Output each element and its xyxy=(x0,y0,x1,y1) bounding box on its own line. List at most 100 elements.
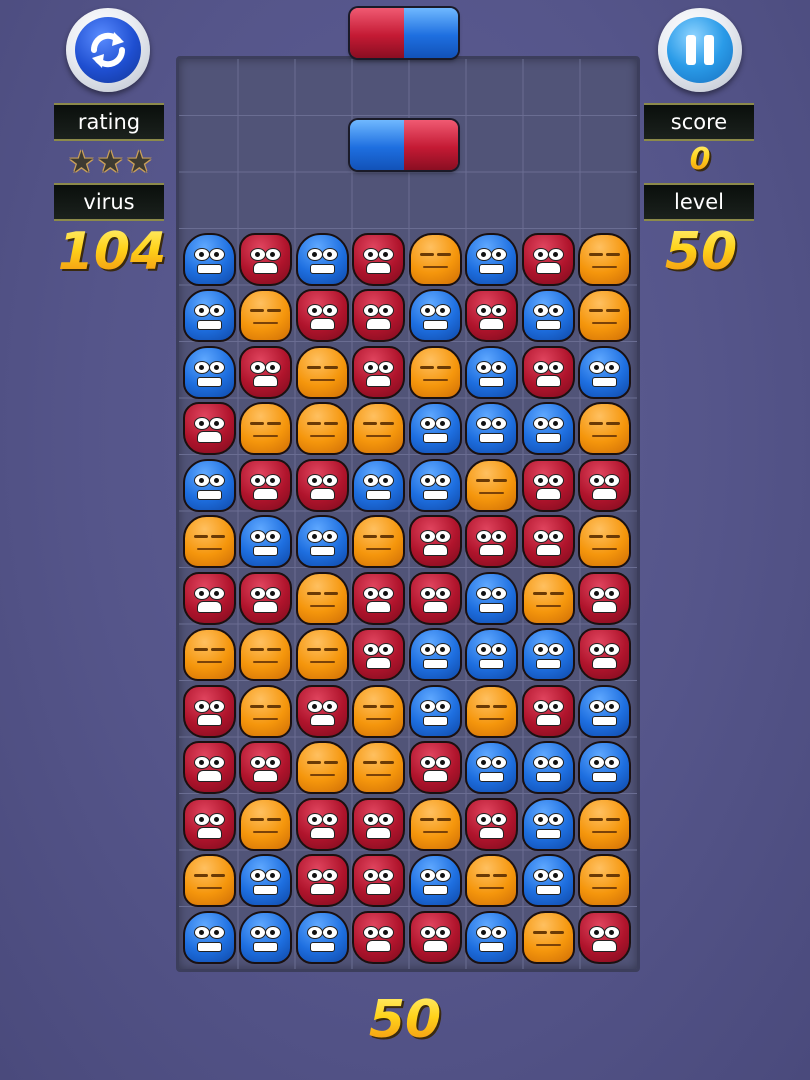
rating-label: rating xyxy=(54,103,164,141)
blue-virus-icon xyxy=(239,515,293,569)
board-cell xyxy=(464,288,521,345)
board-cell xyxy=(181,401,238,458)
board-cell xyxy=(577,231,634,288)
blue-virus-icon xyxy=(239,910,293,964)
orange-virus-icon xyxy=(239,797,293,851)
board-cell xyxy=(407,683,464,740)
blue-virus-icon xyxy=(521,402,575,456)
board-cell xyxy=(181,627,238,684)
board-cell xyxy=(520,401,577,458)
board-cell xyxy=(351,514,408,571)
game-board[interactable] xyxy=(176,56,640,972)
board-cell xyxy=(181,514,238,571)
bottom-level-number: 50 xyxy=(350,990,460,1050)
red-virus-icon xyxy=(352,797,406,851)
board-cell xyxy=(520,231,577,288)
orange-virus-icon xyxy=(239,684,293,738)
board-row xyxy=(181,514,637,571)
pause-icon xyxy=(667,17,733,83)
blue-virus-icon xyxy=(408,684,462,738)
orange-virus-icon xyxy=(465,458,519,512)
pause-button[interactable] xyxy=(658,8,742,92)
red-virus-icon xyxy=(239,345,293,399)
board-cell xyxy=(407,401,464,458)
blue-virus-icon xyxy=(295,232,349,286)
blue-virus-icon xyxy=(408,854,462,908)
orange-virus-icon xyxy=(239,289,293,343)
red-virus-icon xyxy=(521,232,575,286)
board-row xyxy=(181,457,637,514)
board-cell xyxy=(294,231,351,288)
red-virus-icon xyxy=(578,458,632,512)
red-virus-icon xyxy=(239,741,293,795)
board-cell xyxy=(181,344,238,401)
board-cell xyxy=(181,231,238,288)
board-cell xyxy=(351,740,408,797)
level-value: 50 xyxy=(646,222,756,282)
star-icon: ★ xyxy=(96,145,124,180)
board-cell xyxy=(464,457,521,514)
orange-virus-icon xyxy=(295,402,349,456)
orange-virus-icon xyxy=(295,345,349,399)
red-virus-icon xyxy=(295,458,349,512)
blue-virus-icon xyxy=(182,345,236,399)
blue-virus-icon xyxy=(521,797,575,851)
board-row xyxy=(181,401,637,458)
board-cell xyxy=(294,288,351,345)
red-virus-icon xyxy=(239,232,293,286)
orange-virus-icon xyxy=(408,797,462,851)
board-cell xyxy=(577,344,634,401)
red-virus-icon xyxy=(578,628,632,682)
board-cell xyxy=(577,401,634,458)
board-cell xyxy=(407,344,464,401)
board-row xyxy=(181,288,637,345)
orange-virus-icon xyxy=(295,741,349,795)
board-cell xyxy=(181,740,238,797)
orange-virus-icon xyxy=(182,628,236,682)
board-cell xyxy=(351,796,408,853)
board-cell xyxy=(520,344,577,401)
board-cell xyxy=(351,909,408,966)
board-cell xyxy=(181,909,238,966)
board-cell xyxy=(577,514,634,571)
board-row xyxy=(181,627,637,684)
orange-virus-icon xyxy=(408,232,462,286)
red-virus-icon xyxy=(521,458,575,512)
board-cell xyxy=(464,740,521,797)
red-virus-icon xyxy=(521,684,575,738)
blue-virus-icon xyxy=(295,515,349,569)
falling-capsule[interactable] xyxy=(350,120,458,170)
board-cell xyxy=(181,853,238,910)
board-cell xyxy=(181,457,238,514)
red-virus-icon xyxy=(239,571,293,625)
blue-virus-icon xyxy=(352,458,406,512)
board-cell xyxy=(407,627,464,684)
board-cell xyxy=(294,683,351,740)
red-virus-icon xyxy=(578,910,632,964)
board-cell xyxy=(464,570,521,627)
red-virus-icon xyxy=(578,571,632,625)
blue-capsule-half xyxy=(350,120,404,170)
blue-virus-icon xyxy=(465,345,519,399)
blue-virus-icon xyxy=(578,684,632,738)
board-cell xyxy=(407,909,464,966)
blue-virus-icon xyxy=(182,458,236,512)
board-cell xyxy=(238,570,295,627)
orange-virus-icon xyxy=(408,345,462,399)
red-virus-icon xyxy=(182,741,236,795)
board-cell xyxy=(294,796,351,853)
restart-button[interactable] xyxy=(66,8,150,92)
board-row xyxy=(181,796,637,853)
board-cell xyxy=(520,796,577,853)
board-cell xyxy=(520,909,577,966)
board-cell xyxy=(464,401,521,458)
board-cell xyxy=(407,570,464,627)
red-virus-icon xyxy=(521,345,575,399)
blue-virus-icon xyxy=(408,402,462,456)
score-value: 0 xyxy=(672,142,728,177)
red-virus-icon xyxy=(352,628,406,682)
blue-virus-icon xyxy=(578,345,632,399)
board-cell xyxy=(407,288,464,345)
board-cell xyxy=(294,514,351,571)
board-cell xyxy=(520,457,577,514)
